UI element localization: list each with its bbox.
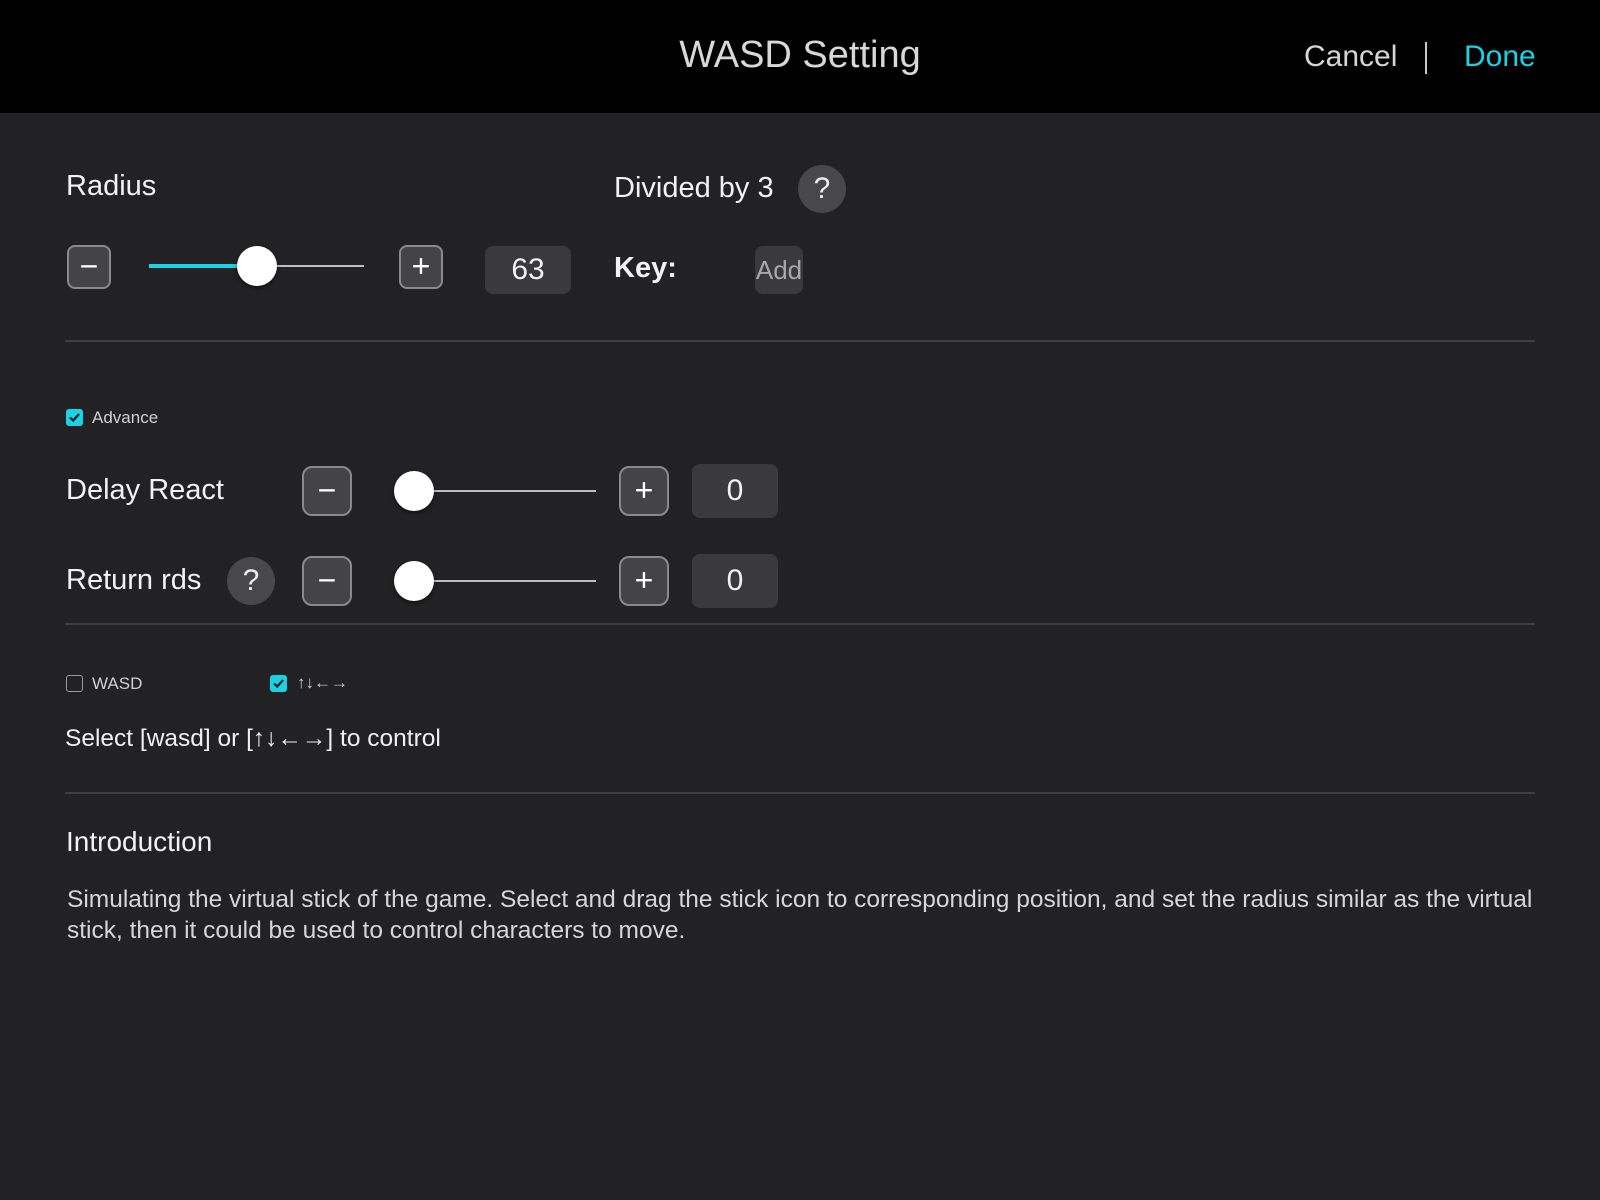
delay-react-slider[interactable] bbox=[394, 471, 596, 511]
divided-by-label: Divided by 3 bbox=[614, 172, 774, 204]
question-icon: ? bbox=[242, 564, 260, 597]
advance-label: Advance bbox=[92, 408, 159, 427]
return-rds-plus-button[interactable]: + bbox=[619, 556, 669, 606]
radius-slider-thumb[interactable] bbox=[237, 246, 277, 286]
radius-minus-button[interactable]: − bbox=[67, 245, 111, 289]
radius-slider[interactable] bbox=[149, 246, 364, 286]
add-key-button[interactable]: Add bbox=[755, 246, 803, 294]
divider bbox=[65, 792, 1535, 794]
radius-plus-button[interactable]: + bbox=[399, 245, 443, 289]
cancel-button[interactable]: Cancel bbox=[1304, 40, 1397, 74]
delay-react-minus-button[interactable]: − bbox=[302, 466, 352, 516]
return-rds-label: Return rds bbox=[66, 564, 202, 596]
return-rds-slider-thumb[interactable] bbox=[394, 561, 434, 601]
radius-label: Radius bbox=[66, 170, 157, 202]
return-rds-slider[interactable] bbox=[394, 561, 596, 601]
arrows-label: ↑↓←→ bbox=[297, 673, 348, 692]
check-icon bbox=[69, 413, 80, 423]
introduction-body: Simulating the virtual stick of the game… bbox=[67, 886, 1533, 944]
delay-react-value[interactable]: 0 bbox=[692, 464, 778, 518]
return-rds-value[interactable]: 0 bbox=[692, 554, 778, 608]
delay-react-slider-thumb[interactable] bbox=[394, 471, 434, 511]
minus-icon: − bbox=[317, 562, 337, 598]
return-rds-help-button[interactable]: ? bbox=[227, 557, 275, 605]
header-divider bbox=[1425, 42, 1427, 74]
check-icon bbox=[273, 679, 284, 689]
wasd-checkbox[interactable] bbox=[66, 675, 83, 692]
minus-icon: − bbox=[79, 248, 99, 284]
control-hint: Select [wasd] or [↑↓←→] to control bbox=[65, 725, 441, 752]
minus-icon: − bbox=[317, 472, 337, 508]
radius-value[interactable]: 63 bbox=[485, 246, 571, 294]
plus-icon: + bbox=[634, 562, 654, 598]
question-icon: ? bbox=[813, 172, 831, 205]
plus-icon: + bbox=[411, 248, 431, 284]
delay-react-plus-button[interactable]: + bbox=[619, 466, 669, 516]
wasd-label: WASD bbox=[92, 674, 143, 693]
introduction-heading: Introduction bbox=[66, 826, 213, 857]
delay-react-label: Delay React bbox=[66, 474, 224, 506]
return-rds-minus-button[interactable]: − bbox=[302, 556, 352, 606]
key-label: Key: bbox=[614, 252, 677, 284]
divider bbox=[65, 623, 1535, 625]
done-button[interactable]: Done bbox=[1464, 40, 1536, 74]
top-bar: WASD Setting Cancel Done bbox=[0, 0, 1600, 113]
divided-help-button[interactable]: ? bbox=[798, 165, 846, 213]
arrows-checkbox[interactable] bbox=[270, 675, 287, 692]
divider bbox=[65, 340, 1535, 342]
advance-checkbox[interactable] bbox=[66, 409, 83, 426]
plus-icon: + bbox=[634, 472, 654, 508]
